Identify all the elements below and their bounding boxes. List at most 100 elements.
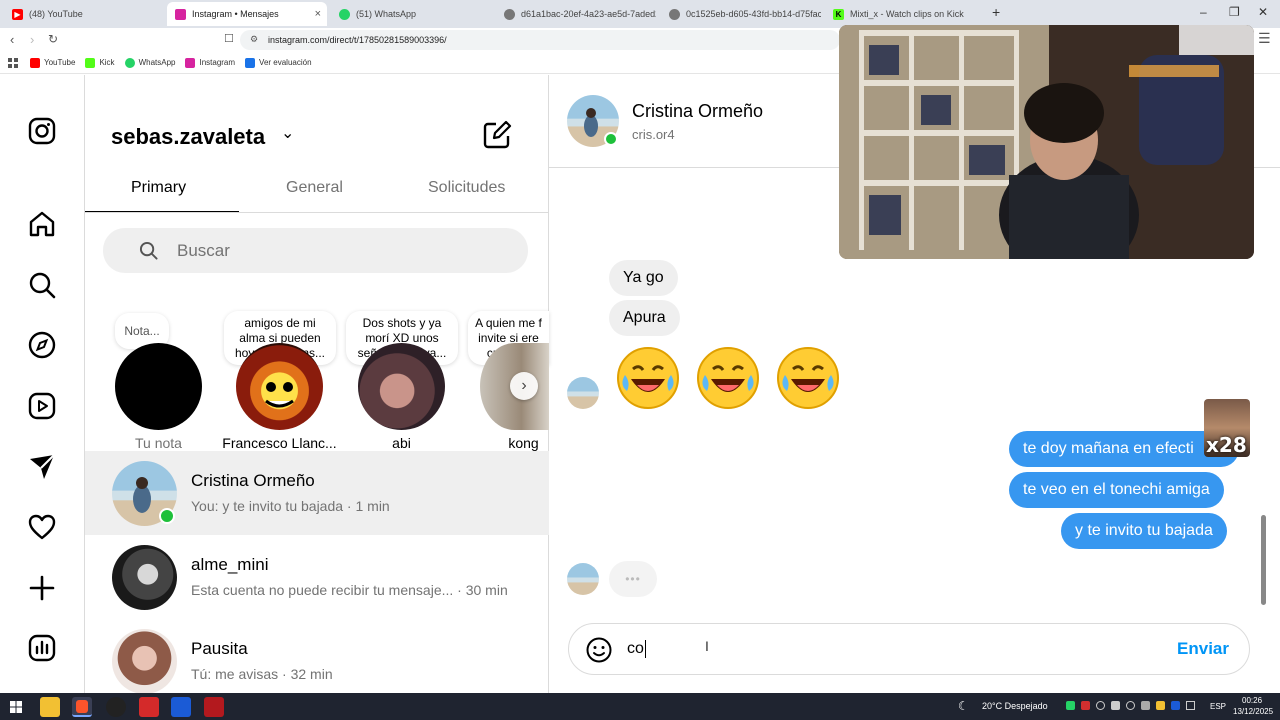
app-icon[interactable] — [171, 697, 191, 717]
new-message-icon[interactable] — [482, 120, 512, 150]
messages-icon[interactable] — [27, 452, 57, 482]
notifications-icon[interactable] — [27, 512, 57, 542]
account-switcher[interactable]: sebas.zavaleta ⌄ — [111, 124, 294, 150]
bookmark-label: Instagram — [199, 58, 236, 67]
outgoing-message[interactable]: y te invito tu bajada — [1061, 513, 1227, 549]
apps-icon[interactable] — [8, 57, 18, 68]
chat-scrollbar[interactable] — [1259, 89, 1267, 605]
conversation-row[interactable]: Cristina Ormeño You: y te invito tu baja… — [85, 451, 549, 535]
create-icon[interactable] — [27, 573, 57, 603]
obs-icon[interactable] — [106, 697, 126, 717]
tray-icon[interactable] — [1171, 701, 1180, 710]
windows-start-icon[interactable] — [10, 701, 22, 713]
maximize-button[interactable]: ❐ — [1229, 5, 1240, 19]
reels-icon[interactable] — [27, 391, 57, 421]
instagram-sidebar — [0, 75, 85, 693]
incoming-message[interactable]: Apura — [609, 300, 680, 336]
close-window-button[interactable]: ✕ — [1258, 5, 1268, 19]
explore-icon[interactable] — [27, 330, 57, 360]
sender-avatar — [567, 377, 599, 409]
chevron-right-icon[interactable]: › — [510, 372, 538, 400]
tab-whatsapp[interactable]: (51) WhatsApp — [331, 2, 491, 26]
conversation-name: alme_mini — [191, 555, 269, 574]
dashboard-icon[interactable] — [27, 633, 57, 663]
clock-date[interactable]: 13/12/2025 — [1233, 707, 1273, 716]
tray-icon[interactable] — [1081, 701, 1090, 710]
menu-icon[interactable]: ☰ — [1258, 30, 1271, 47]
laughing-crying-emoji-icon — [697, 347, 759, 409]
file-explorer-icon[interactable] — [40, 697, 60, 717]
bookmark-label: YouTube — [44, 58, 76, 67]
bookmark-whatsapp[interactable]: WhatsApp — [124, 57, 175, 68]
tab-document-1[interactable]: d61a1bac-20ef-4a23-ae5d-7aded2d — [496, 2, 656, 26]
tray-icon[interactable] — [1126, 701, 1135, 710]
conversation-preview: Tú: me avisas · 32 min — [191, 666, 333, 682]
tab-label: Mixti_x - Watch clips on Kick — [850, 9, 964, 19]
kick-icon: K — [833, 8, 844, 20]
bookmark-icon[interactable]: ☐ — [224, 32, 234, 45]
brave-browser-icon[interactable] — [72, 697, 92, 717]
minimize-button[interactable]: – — [1200, 5, 1207, 19]
overlay-sticker: x28 — [1204, 399, 1250, 457]
story-name: Tu nota — [135, 435, 182, 451]
tab-primary[interactable]: Primary — [131, 179, 186, 197]
avatar-own[interactable] — [115, 343, 202, 430]
youtube-icon: ▶ — [12, 8, 23, 20]
new-tab-button[interactable]: + — [992, 4, 1000, 20]
tab-instagram[interactable]: Instagram • Mensajes × — [167, 2, 327, 26]
tray-icon[interactable] — [1111, 701, 1120, 710]
search-input[interactable]: Buscar — [103, 228, 528, 273]
incoming-message[interactable]: Ya go — [609, 260, 678, 296]
online-status-dot — [604, 132, 618, 146]
send-button[interactable]: Enviar — [1177, 639, 1229, 659]
instagram-logo-icon[interactable] — [27, 116, 57, 146]
bookmark-youtube[interactable]: YouTube — [30, 57, 76, 68]
search-icon[interactable] — [27, 270, 57, 300]
bookmark-kick[interactable]: Kick — [85, 57, 115, 68]
reload-icon[interactable]: ↻ — [48, 32, 58, 46]
bookmark-evaluation[interactable]: Ver evaluación — [245, 57, 312, 68]
message-input[interactable]: co I Enviar — [568, 623, 1250, 675]
back-icon[interactable]: ‹ — [10, 32, 14, 47]
avatar-abi[interactable] — [358, 343, 445, 430]
webcam-overlay — [839, 25, 1254, 259]
tray-icon[interactable] — [1141, 701, 1150, 710]
chat-contact-name[interactable]: Cristina Ormeño — [632, 101, 763, 122]
tab-document-2[interactable]: 0c1525eb-d605-43fd-bb14-d75fac7b — [661, 2, 821, 26]
forward-icon[interactable]: › — [30, 32, 34, 47]
tab-requests[interactable]: Solicitudes — [428, 179, 505, 197]
bookmark-instagram[interactable]: Instagram — [185, 57, 236, 68]
tab-kick[interactable]: K Mixti_x - Watch clips on Kick — [825, 2, 985, 26]
close-tab-icon[interactable]: × — [315, 8, 321, 20]
message-text: Ya go — [623, 269, 664, 286]
media-app-icon[interactable] — [139, 697, 159, 717]
whatsapp-icon — [339, 8, 350, 20]
home-icon[interactable] — [27, 209, 57, 239]
tray-icon[interactable] — [1186, 701, 1195, 710]
conversation-row[interactable]: alme_mini Esta cuenta no puede recibir t… — [85, 535, 549, 619]
conversation-preview: You: y te invito tu bajada · 1 min — [191, 498, 390, 514]
app-icon[interactable] — [204, 697, 224, 717]
language-indicator[interactable]: ESP — [1210, 702, 1226, 711]
typing-dots: ••• — [625, 572, 641, 586]
site-info-icon[interactable]: ⚙ — [250, 34, 258, 45]
outgoing-message[interactable]: te veo en el tonechi amiga — [1009, 472, 1224, 508]
globe-icon — [504, 8, 515, 20]
scrollbar-thumb[interactable] — [1261, 515, 1266, 605]
tab-label: (48) YouTube — [29, 9, 83, 19]
tray-icon[interactable] — [1096, 701, 1105, 710]
avatar-francesco[interactable] — [236, 343, 323, 430]
address-bar[interactable]: ⚙ instagram.com/direct/t/178502815890033… — [240, 30, 840, 50]
laughing-crying-emoji-icon — [617, 347, 679, 409]
conversation-name: Cristina Ormeño — [191, 471, 315, 490]
conversation-row[interactable]: Pausita Tú: me avisas · 32 min — [85, 619, 549, 694]
weather-text[interactable]: 20°C Despejado — [982, 701, 1048, 711]
overlay-badge-text: x28 — [1206, 433, 1247, 457]
clock-time[interactable]: 00:26 — [1242, 696, 1262, 705]
tab-general[interactable]: General — [286, 179, 343, 197]
tray-icon[interactable] — [1066, 701, 1075, 710]
account-username: sebas.zavaleta — [111, 124, 266, 149]
tab-youtube[interactable]: ▶ (48) YouTube — [4, 2, 167, 26]
tray-icon[interactable] — [1156, 701, 1165, 710]
emoji-picker-icon[interactable] — [586, 637, 612, 663]
